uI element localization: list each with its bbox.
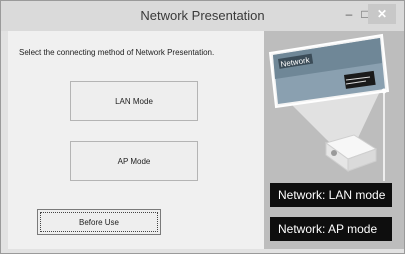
lan-pointer-dot: [381, 88, 387, 94]
lan-mode-button[interactable]: LAN Mode: [70, 81, 198, 121]
instruction-text: Select the connecting method of Network …: [19, 48, 215, 57]
close-icon: ✕: [376, 7, 388, 21]
ap-mode-button-label: AP Mode: [117, 156, 151, 166]
before-use-button-label: Before Use: [78, 217, 120, 227]
ap-mode-label: Network: AP mode: [270, 217, 392, 241]
projector-lens: [331, 150, 337, 156]
close-button[interactable]: ✕: [368, 4, 396, 24]
ap-mode-button[interactable]: AP Mode: [70, 141, 198, 181]
lan-mode-label: Network: LAN mode: [270, 183, 392, 207]
lan-mode-button-label: LAN Mode: [115, 96, 153, 106]
before-use-button[interactable]: Before Use: [37, 209, 161, 235]
illustration-panel: Network Network: LAN mode Network: AP mo…: [264, 31, 404, 249]
title-bar[interactable]: Network Presentation – □ ✕: [1, 1, 404, 31]
mode-selection-panel: Select the connecting method of Network …: [8, 31, 264, 249]
network-presentation-window: Network Presentation – □ ✕ Select the co…: [0, 0, 405, 254]
